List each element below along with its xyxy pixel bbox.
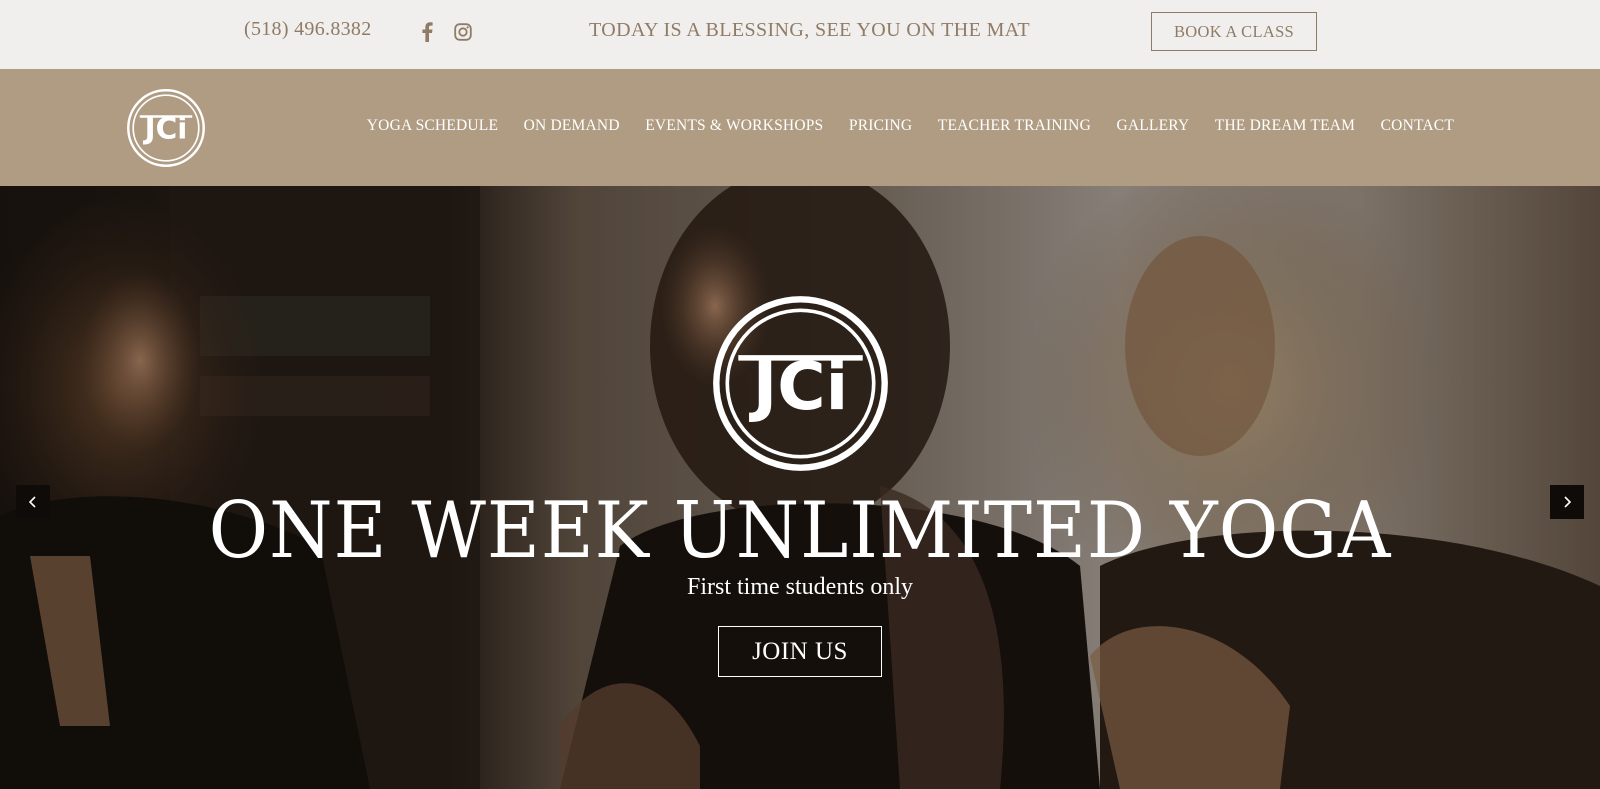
- tagline: TODAY IS A BLESSING, SEE YOU ON THE MAT: [589, 19, 1031, 41]
- nav-item-gallery[interactable]: GALLERY: [1116, 117, 1189, 135]
- top-bar: (518) 496.8382 TODAY IS A BLESSING, SEE …: [0, 0, 1600, 69]
- hero-headline: ONE WEEK UNLIMITED YOGA: [208, 486, 1392, 576]
- nav-menu: YOGA SCHEDULE ON DEMAND EVENTS & WORKSHO…: [341, 117, 1454, 135]
- chevron-left-icon: [28, 496, 36, 508]
- hero-slider: JCi ONE WEEK UNLIMITED YOGA First time s…: [0, 186, 1600, 789]
- hero-logo-text: JCi: [749, 348, 848, 425]
- facebook-icon[interactable]: [416, 21, 438, 43]
- instagram-icon[interactable]: [452, 21, 474, 43]
- nav-item-on-demand[interactable]: ON DEMAND: [524, 117, 620, 135]
- nav-item-events-workshops[interactable]: EVENTS & WORKSHOPS: [645, 117, 823, 135]
- site-logo[interactable]: JCi: [125, 87, 207, 169]
- nav-item-contact[interactable]: CONTACT: [1381, 117, 1454, 135]
- slider-prev-button[interactable]: [16, 485, 50, 519]
- hero-subhead: First time students only: [686, 574, 913, 600]
- chevron-right-icon: [1564, 496, 1572, 508]
- book-a-class-button[interactable]: BOOK A CLASS: [1151, 12, 1317, 51]
- slider-next-button[interactable]: [1550, 485, 1584, 519]
- join-us-button[interactable]: JOIN US: [718, 626, 882, 677]
- main-nav: JCi YOGA SCHEDULE ON DEMAND EVENTS & WOR…: [0, 69, 1600, 186]
- hero-logo: JCi: [709, 292, 892, 475]
- nav-item-yoga-schedule[interactable]: YOGA SCHEDULE: [367, 117, 498, 135]
- phone-number[interactable]: (518) 496.8382: [244, 18, 372, 41]
- nav-item-dream-team[interactable]: THE DREAM TEAM: [1215, 117, 1355, 135]
- nav-item-teacher-training[interactable]: TEACHER TRAINING: [938, 117, 1091, 135]
- nav-item-pricing[interactable]: PRICING: [849, 117, 912, 135]
